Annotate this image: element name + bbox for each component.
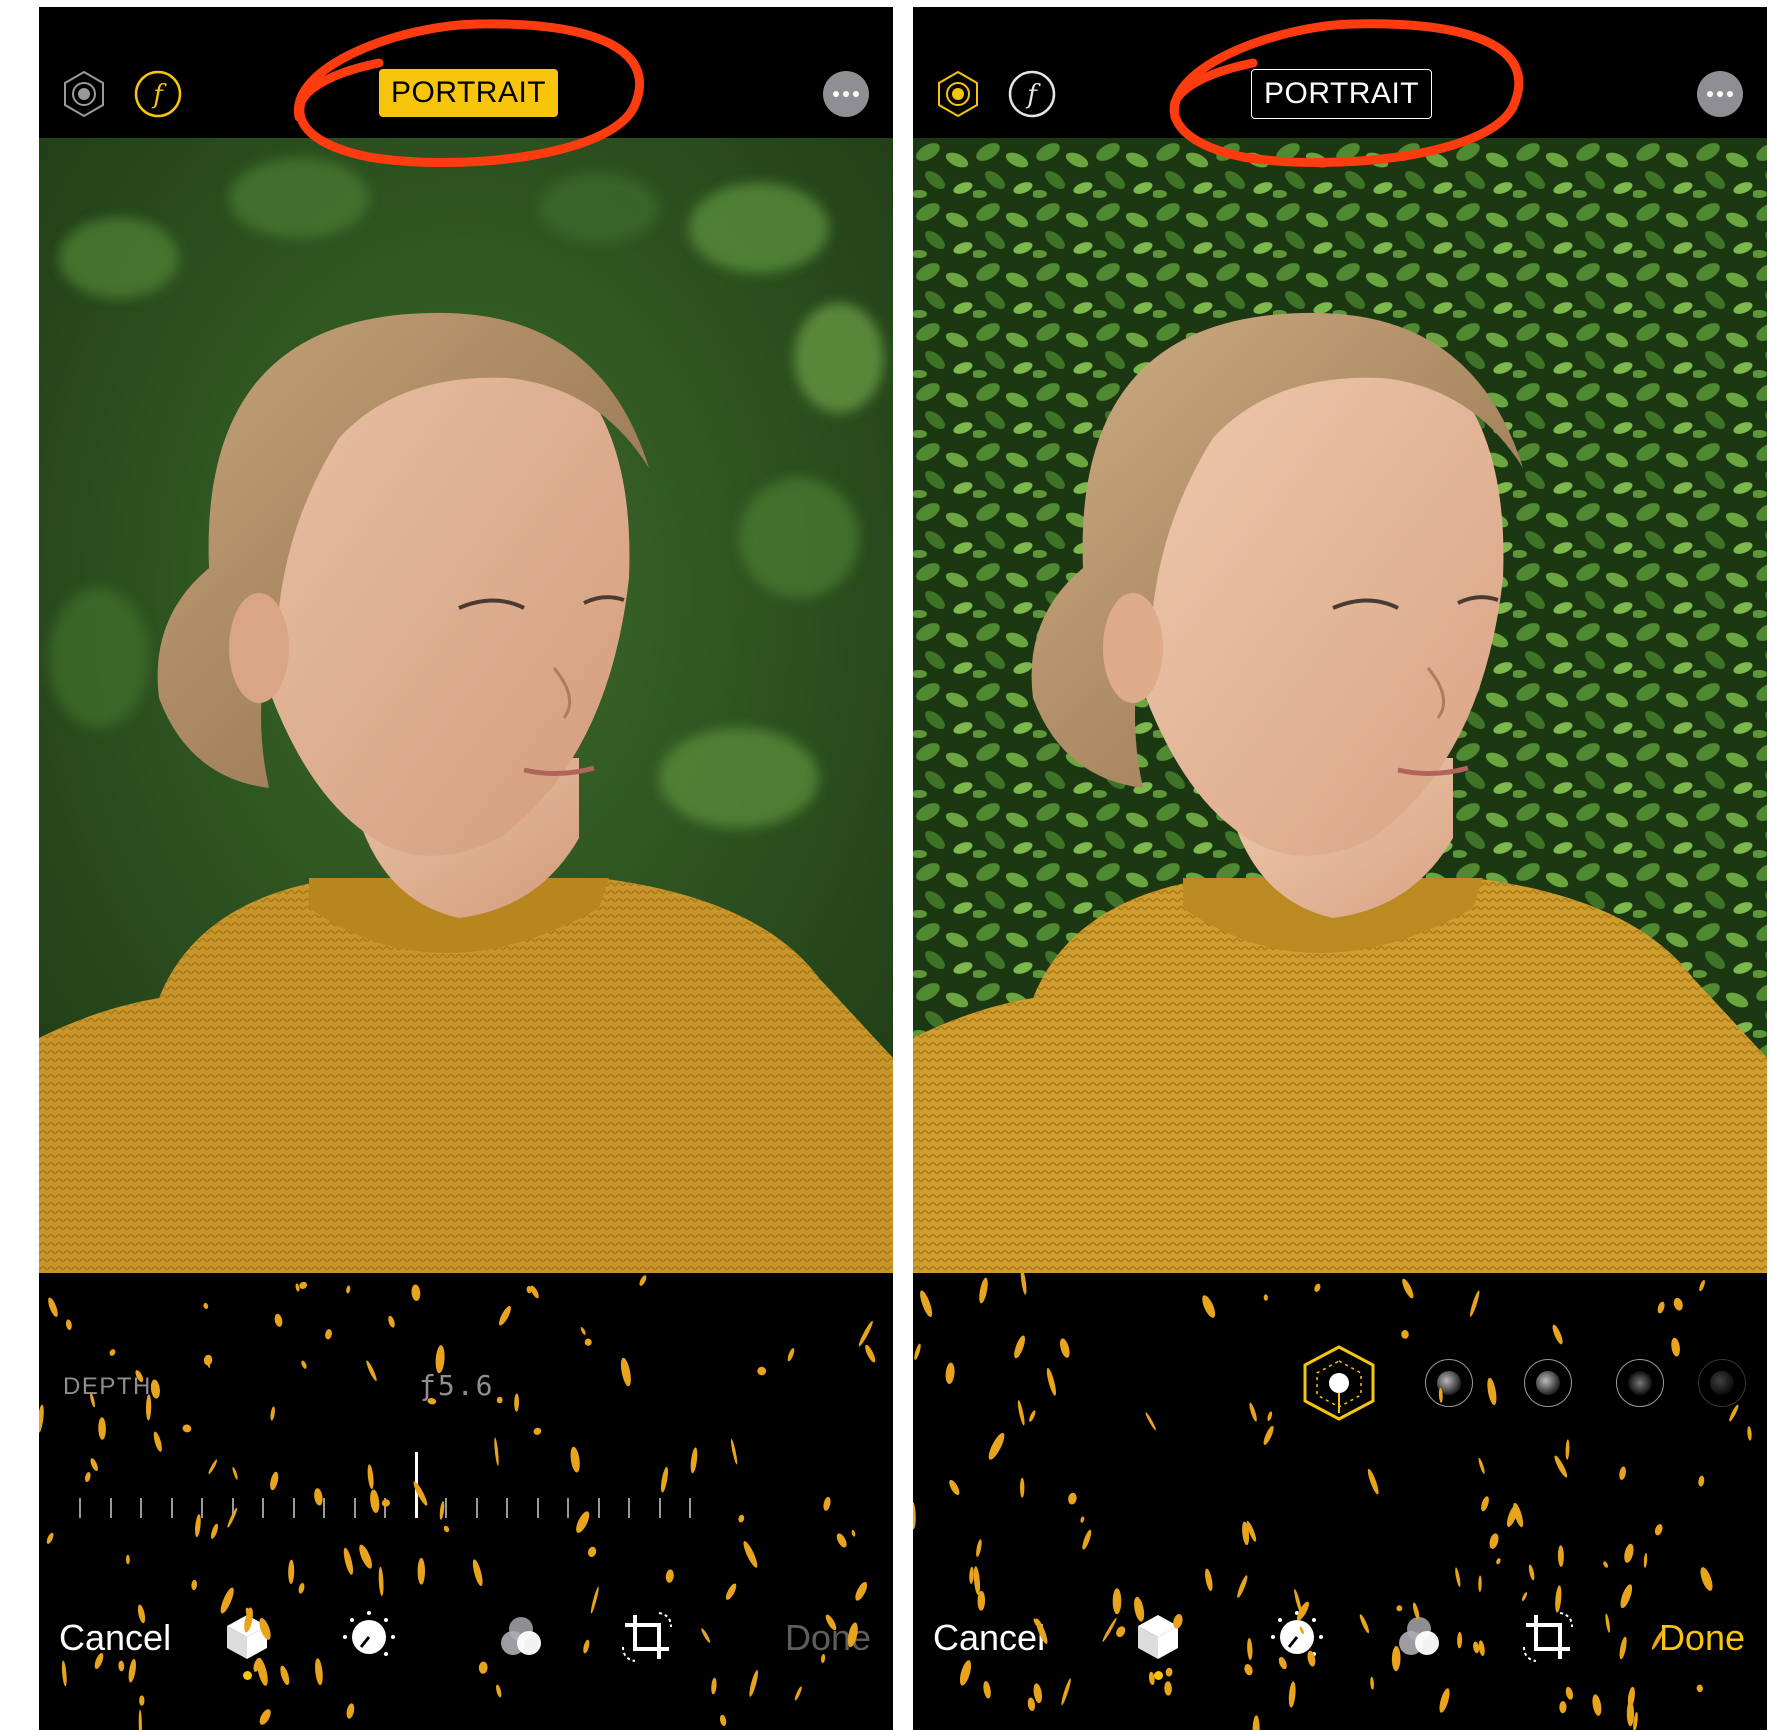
adjust-dial-icon[interactable] xyxy=(1269,1609,1325,1665)
depth-slider-tick xyxy=(231,1498,234,1518)
contour-light-icon[interactable] xyxy=(1524,1359,1572,1407)
portrait-cube-icon[interactable] xyxy=(219,1609,275,1665)
depth-slider-tick xyxy=(506,1498,508,1518)
crop-rotate-icon[interactable] xyxy=(619,1609,675,1665)
portrait-toggle[interactable]: PORTRAIT xyxy=(379,69,559,117)
depth-slider-tick xyxy=(323,1498,325,1518)
portrait-photo-blurred-background xyxy=(39,138,893,1273)
depth-slider[interactable] xyxy=(79,1452,719,1518)
depth-slider-tick xyxy=(384,1498,386,1518)
depth-slider-tick xyxy=(201,1498,203,1518)
portrait-lighting-selector xyxy=(913,1343,1767,1453)
filters-icon[interactable] xyxy=(495,1609,551,1665)
right-screen-portrait-off: f PORTRAIT Cancel Done xyxy=(913,7,1767,1730)
top-bar: f PORTRAIT xyxy=(39,7,893,138)
depth-slider-tick xyxy=(597,1498,600,1518)
filters-icon[interactable] xyxy=(1393,1609,1449,1665)
portrait-toggle[interactable]: PORTRAIT xyxy=(1251,69,1433,119)
depth-slider-tick xyxy=(292,1498,295,1518)
live-photo-icon[interactable] xyxy=(59,69,109,119)
stage-light-icon[interactable] xyxy=(1616,1359,1664,1407)
svg-text:f: f xyxy=(151,80,167,110)
depth-slider-tick xyxy=(109,1498,112,1518)
adjust-dial-icon[interactable] xyxy=(341,1609,397,1665)
divider xyxy=(893,0,913,1730)
stage-light-mono-icon[interactable] xyxy=(1698,1359,1746,1407)
live-photo-icon[interactable] xyxy=(933,69,983,119)
f-stop-icon[interactable]: f xyxy=(133,69,183,119)
portrait-cube-icon[interactable] xyxy=(1130,1609,1186,1665)
natural-light-icon[interactable] xyxy=(1301,1343,1377,1428)
more-icon[interactable] xyxy=(821,69,871,119)
depth-slider-tick xyxy=(658,1498,661,1518)
depth-slider-tick xyxy=(170,1498,173,1518)
depth-slider-tick xyxy=(536,1498,539,1518)
top-bar: f PORTRAIT xyxy=(913,7,1767,138)
left-screen-portrait-on: f PORTRAIT DEPTH ƒ5.6 Cancel Done xyxy=(39,7,893,1730)
crop-rotate-icon[interactable] xyxy=(1520,1609,1576,1665)
aperture-value: ƒ5.6 xyxy=(419,1369,495,1402)
depth-slider-tick xyxy=(79,1498,81,1518)
f-stop-icon[interactable]: f xyxy=(1007,69,1057,119)
depth-slider-tick xyxy=(445,1498,447,1518)
cancel-button[interactable]: Cancel xyxy=(59,1617,171,1659)
portrait-photo-sharp-background xyxy=(913,138,1767,1273)
svg-text:f: f xyxy=(1025,80,1041,110)
done-button[interactable]: Done xyxy=(785,1617,871,1659)
depth-slider-tick xyxy=(567,1498,569,1518)
selected-tool-indicator xyxy=(1154,1671,1163,1680)
depth-slider-tick xyxy=(353,1498,356,1518)
done-button[interactable]: Done xyxy=(1659,1617,1745,1659)
selected-tool-indicator xyxy=(243,1671,252,1680)
lighting-control-panel: Cancel Done xyxy=(913,1273,1767,1730)
depth-slider-tick xyxy=(689,1498,691,1518)
depth-slider-tick xyxy=(140,1498,142,1518)
depth-slider-tick xyxy=(475,1498,478,1518)
studio-light-icon[interactable] xyxy=(1425,1359,1473,1407)
cancel-button[interactable]: Cancel xyxy=(933,1617,1045,1659)
depth-slider-indicator xyxy=(414,1452,418,1518)
more-icon[interactable] xyxy=(1695,69,1745,119)
edit-toolbar: Cancel Done xyxy=(913,1573,1767,1693)
depth-slider-tick xyxy=(262,1498,264,1518)
depth-label: DEPTH xyxy=(63,1373,152,1400)
depth-control-panel: DEPTH ƒ5.6 Cancel Done xyxy=(39,1273,893,1730)
depth-slider-tick xyxy=(628,1498,630,1518)
edit-toolbar: Cancel Done xyxy=(39,1573,893,1693)
